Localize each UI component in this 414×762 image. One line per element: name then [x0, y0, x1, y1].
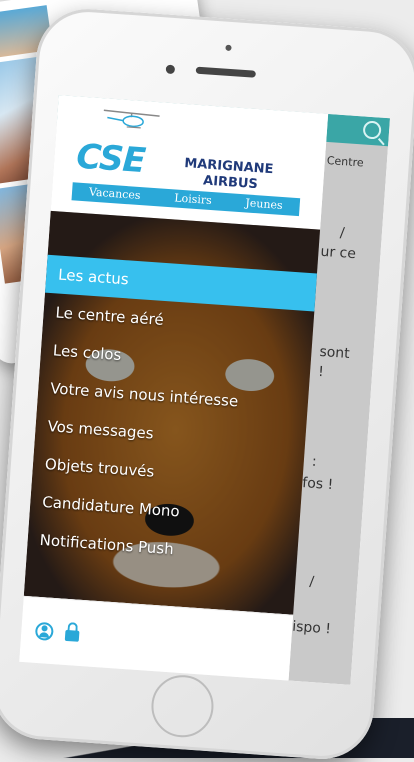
peek-text: /: [309, 574, 315, 590]
peek-text: sont: [319, 344, 350, 362]
home-button[interactable]: [149, 673, 215, 739]
drawer-menu: Les actus Le centre aéré Les colos Votre…: [26, 255, 317, 577]
peek-text: fos !: [302, 475, 334, 493]
tagline-word: Loisirs: [174, 189, 213, 210]
sensor-dot: [225, 45, 231, 51]
speaker: [196, 67, 256, 78]
tagline-word: Jeunes: [245, 194, 283, 215]
peek-text: :: [311, 454, 317, 470]
logo-line2: AIRBUS: [203, 173, 259, 192]
cse-logo: CSE MARIGNANE AIRBUS Vacances Loisirs Je…: [51, 95, 328, 230]
user-icon[interactable]: [35, 622, 54, 641]
phone-frame: Centre / ur ce sont ! : fos ! / ispo ! C…: [0, 6, 414, 762]
logo-tagline: Vacances Loisirs Jeunes: [71, 182, 300, 216]
peek-text: ispo !: [292, 619, 332, 638]
helicopter-icon: [101, 106, 162, 132]
tagline-word: Vacances: [88, 183, 141, 205]
lock-icon[interactable]: [65, 630, 80, 642]
peek-text: !: [318, 364, 325, 380]
camera: [166, 65, 176, 75]
logo-initials: CSE: [75, 137, 146, 182]
search-icon[interactable]: [363, 120, 382, 139]
peek-text: ur ce: [320, 244, 356, 262]
logo-line1: MARIGNANE: [184, 156, 274, 177]
app-screen: Centre / ur ce sont ! : fos ! / ispo ! C…: [19, 95, 390, 685]
peek-text: Centre: [326, 154, 364, 170]
navigation-drawer: CSE MARIGNANE AIRBUS Vacances Loisirs Je…: [19, 95, 328, 680]
peek-text: /: [339, 225, 345, 241]
